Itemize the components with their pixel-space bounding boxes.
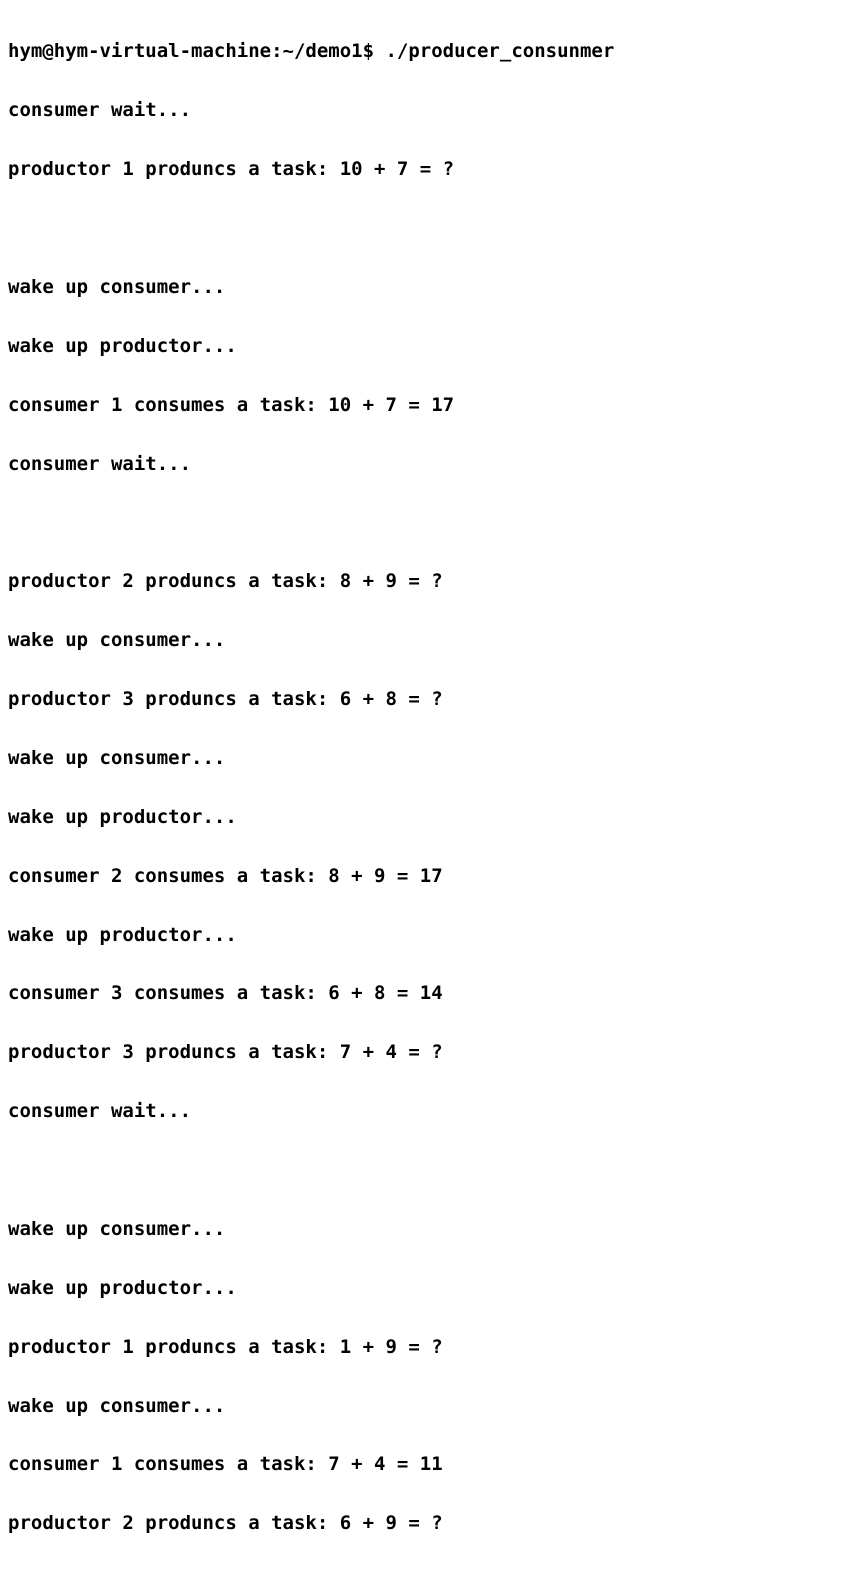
terminal-line: wake up consumer... — [8, 273, 841, 302]
terminal-line: consumer wait... — [8, 1097, 841, 1126]
terminal-line: productor 2 produncs a task: 8 + 9 = ? — [8, 567, 841, 596]
terminal-line: wake up productor... — [8, 921, 841, 950]
terminal-line: consumer wait... — [8, 450, 841, 479]
terminal-line: productor 1 produncs a task: 10 + 7 = ? — [8, 155, 841, 184]
terminal-line: productor 3 produncs a task: 6 + 8 = ? — [8, 685, 841, 714]
terminal-blank-line — [8, 1156, 841, 1185]
terminal-line: consumer wait... — [8, 96, 841, 125]
terminal-line: wake up consumer... — [8, 744, 841, 773]
terminal-blank-line — [8, 508, 841, 537]
terminal-line: productor 3 produncs a task: 7 + 4 = ? — [8, 1038, 841, 1067]
terminal-line: productor 1 produncs a task: 1 + 9 = ? — [8, 1333, 841, 1362]
terminal-line: consumer 1 consumes a task: 10 + 7 = 17 — [8, 391, 841, 420]
terminal-line: wake up consumer... — [8, 1215, 841, 1244]
terminal-line: consumer 2 consumes a task: 8 + 9 = 17 — [8, 862, 841, 891]
terminal-line: consumer 1 consumes a task: 7 + 4 = 11 — [8, 1450, 841, 1479]
terminal-line: consumer 3 consumes a task: 6 + 8 = 14 — [8, 979, 841, 1008]
terminal-prompt-line: hym@hym-virtual-machine:~/demo1$ ./produ… — [8, 37, 841, 66]
terminal-line: wake up productor... — [8, 332, 841, 361]
terminal-line: wake up productor... — [8, 803, 841, 832]
terminal-line: wake up consumer... — [8, 626, 841, 655]
terminal-line: wake up productor... — [8, 1274, 841, 1303]
terminal-output: hym@hym-virtual-machine:~/demo1$ ./produ… — [8, 8, 841, 1568]
terminal-line: productor 2 produncs a task: 6 + 9 = ? — [8, 1509, 841, 1538]
terminal-blank-line — [8, 214, 841, 243]
terminal-line: wake up consumer... — [8, 1392, 841, 1421]
